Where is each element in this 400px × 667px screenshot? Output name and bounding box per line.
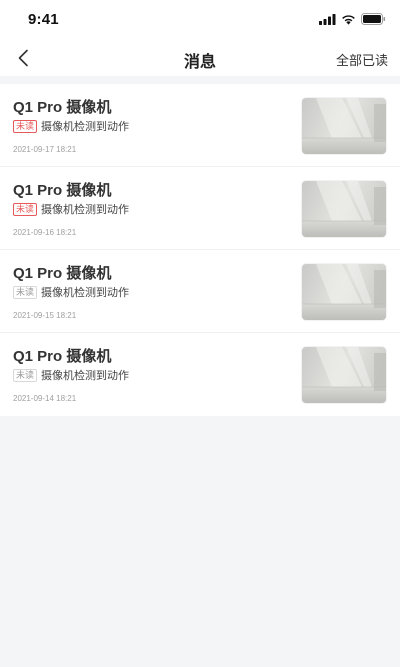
message-line: 未读 摄像机检测到动作 — [13, 118, 129, 134]
message-description: 摄像机检测到动作 — [41, 287, 130, 299]
status-time: 9:41 — [28, 11, 59, 28]
message-timestamp: 2021-09-16 18:21 — [13, 228, 77, 237]
message-item[interactable]: Q1 Pro 摄像机 未读 摄像机检测到动作 2021-09-16 18:21 — [0, 167, 400, 250]
message-title: Q1 Pro 摄像机 — [13, 182, 112, 199]
message-item[interactable]: Q1 Pro 摄像机 未读 摄像机检测到动作 2021-09-15 18:21 — [0, 250, 400, 333]
message-line: 未读 摄像机检测到动作 — [13, 367, 129, 383]
status-bar: 9:41 — [0, 0, 400, 40]
message-line: 未读 摄像机检测到动作 — [13, 284, 129, 300]
nav-bar: 消息 全部已读 — [0, 40, 400, 76]
message-title: Q1 Pro 摄像机 — [13, 99, 112, 116]
snapshot-image — [302, 181, 386, 237]
message-line: 未读 摄像机检测到动作 — [13, 201, 129, 217]
battery-icon — [361, 13, 386, 25]
snapshot-thumbnail[interactable] — [302, 98, 386, 154]
read-status-badge: 未读 — [13, 202, 38, 216]
message-description: 摄像机检测到动作 — [41, 121, 130, 133]
message-item[interactable]: Q1 Pro 摄像机 未读 摄像机检测到动作 2021-09-17 18:21 — [0, 84, 400, 167]
snapshot-image — [302, 98, 386, 154]
snapshot-thumbnail[interactable] — [302, 347, 386, 403]
message-timestamp: 2021-09-14 18:21 — [13, 394, 77, 403]
read-status-badge: 未读 — [13, 285, 38, 299]
message-title: Q1 Pro 摄像机 — [13, 348, 112, 365]
message-timestamp: 2021-09-15 18:21 — [13, 311, 77, 320]
message-description: 摄像机检测到动作 — [41, 204, 130, 216]
message-timestamp: 2021-09-17 18:21 — [13, 145, 77, 154]
message-screen: 9:41 消息 全部已读 Q1 Pro 摄像机 未读 摄像机检测到动作 2021… — [0, 0, 400, 667]
read-status-badge: 未读 — [13, 119, 38, 133]
message-list: Q1 Pro 摄像机 未读 摄像机检测到动作 2021-09-17 18:21 — [0, 84, 400, 416]
snapshot-thumbnail[interactable] — [302, 264, 386, 320]
status-icons — [319, 13, 386, 25]
snapshot-image — [302, 347, 386, 403]
snapshot-thumbnail[interactable] — [302, 181, 386, 237]
read-status-badge: 未读 — [13, 368, 38, 382]
snapshot-image — [302, 264, 386, 320]
message-title: Q1 Pro 摄像机 — [13, 265, 112, 282]
wifi-icon — [341, 14, 356, 25]
mark-all-read-button[interactable]: 全部已读 — [336, 50, 388, 69]
message-description: 摄像机检测到动作 — [41, 370, 130, 382]
message-item[interactable]: Q1 Pro 摄像机 未读 摄像机检测到动作 2021-09-14 18:21 — [0, 333, 400, 416]
signal-icon — [319, 13, 336, 25]
